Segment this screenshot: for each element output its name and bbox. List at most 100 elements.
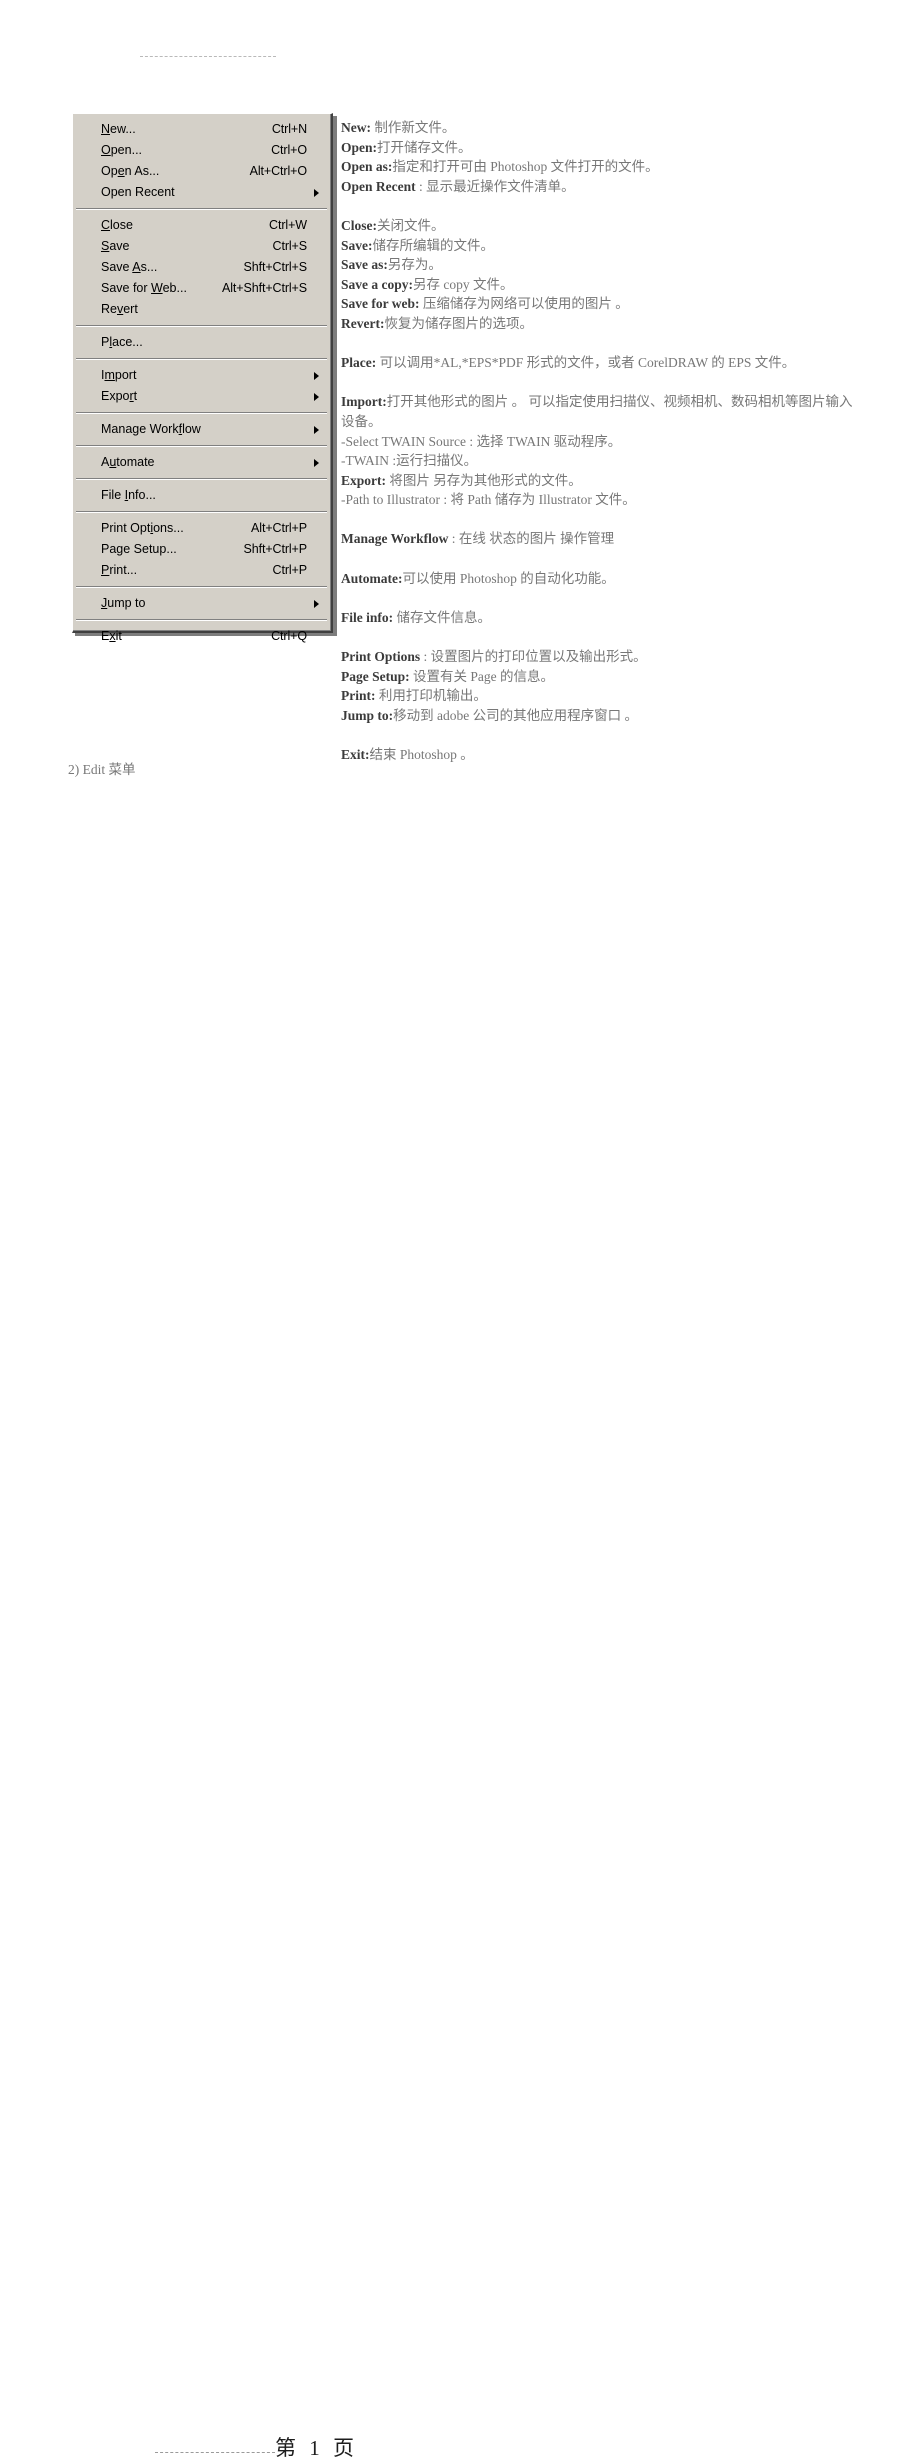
menu-item-label: Open Recent (101, 185, 175, 199)
menu-item-open-as[interactable]: Open As... Alt+Ctrl+O (73, 161, 330, 182)
description-term: Save a copy: (341, 276, 413, 292)
menu-item-file-info[interactable]: File Info... (73, 485, 330, 506)
description-term: Open Recent (341, 178, 416, 194)
menu-item-manage-workflow[interactable]: Manage Workflow (73, 419, 330, 440)
description-term: Manage Workflow (341, 531, 449, 547)
menu-item-revert[interactable]: Revert (73, 299, 330, 320)
submenu-arrow-icon (314, 372, 319, 380)
description-term: Save for web: (341, 296, 420, 312)
submenu-arrow-icon (314, 189, 319, 197)
description-term: Revert: (341, 315, 385, 331)
menu-item-exit[interactable]: Exit Ctrl+Q (73, 626, 330, 647)
menu-item-mnemonic: S (101, 239, 110, 253)
menu-item-shortcut: Ctrl+O (271, 143, 307, 157)
menu-item-mnemonic: O (101, 143, 111, 157)
menu-item-shortcut: Alt+Shft+Ctrl+S (222, 281, 307, 295)
description-line: Open as:指定和打开可由 Photoshop 文件打开的文件。 (341, 159, 659, 175)
description-line: Manage Workflow : 在线 状态的图片 操作管理 (341, 531, 615, 547)
menu-item-shortcut: Ctrl+S (272, 239, 308, 253)
menu-separator (76, 445, 327, 447)
menu-item-open[interactable]: Open... Ctrl+O (73, 140, 330, 161)
menu-item-mnemonic: u (109, 455, 117, 469)
menu-item-label: Close (101, 218, 133, 232)
menu-item-new[interactable]: New... Ctrl+N (73, 119, 330, 140)
section-heading: 2) Edit 菜单 (68, 762, 136, 777)
description-term: Automate: (341, 570, 403, 586)
menu-item-label: Manage Workflow (101, 422, 201, 436)
menu-item-label: Place... (101, 335, 143, 349)
menu-item-label: Print Options... (101, 521, 184, 535)
description-column: New: 制作新文件。 Open:打开储存文件。 Open as:指定和打开可由 P… (341, 118, 861, 765)
menu-item-mnemonic: C (101, 218, 111, 232)
description-line: Print Options : 设置图片的打印位置以及输出形式。 (341, 649, 647, 665)
description-term: Print Options (341, 649, 421, 665)
description-term: File info: (341, 609, 394, 625)
description-line: Save as:另存为。 (341, 257, 442, 273)
description-term: Save: (341, 237, 373, 253)
menu-item-mnemonic: v (116, 302, 124, 316)
menu-item-mnemonic: r (129, 389, 134, 403)
menu-separator (76, 511, 327, 513)
header-dashed-rule (140, 56, 276, 57)
footer-page-number: 第 1 页 (275, 2436, 358, 2460)
menu-item-shortcut: Shft+Ctrl+S (243, 260, 307, 274)
menu-item-close[interactable]: Close Ctrl+W (73, 215, 330, 236)
description-term: Close: (341, 217, 377, 233)
file-menu-popup[interactable]: New... Ctrl+N Open... Ctrl+O Open As... Alt+C… (72, 113, 333, 643)
description-term: Save as: (341, 257, 388, 273)
menu-item-mnemonic: J (101, 596, 108, 610)
description-line: New: 制作新文件。 (341, 120, 456, 135)
description-line: Open Recent : 显示最近操作文件清单。 (341, 178, 575, 194)
menu-item-label: Import (101, 368, 137, 382)
menu-item-print[interactable]: Print... Ctrl+P (73, 560, 330, 581)
menu-item-page-setup[interactable]: Page Setup... Shft+Ctrl+P (73, 539, 330, 560)
menu-item-shortcut: Alt+Ctrl+P (251, 521, 307, 535)
description-line: Revert:恢复为储存图片的选项。 (341, 315, 533, 331)
menu-item-automate[interactable]: Automate (73, 452, 330, 473)
description-term: Page Setup: (341, 668, 410, 684)
menu-item-label: Jump to (101, 596, 146, 610)
description-line: -Path to Illustrator : 将 Path 储存为 Illust… (341, 492, 636, 508)
menu-item-shortcut: Shft+Ctrl+P (243, 542, 307, 556)
menu-item-label: Save As... (101, 260, 158, 274)
menu-item-place[interactable]: Place... (73, 332, 330, 353)
description-line: Jump to:移动到 adobe 公司的其他应用程序窗口 。 (341, 707, 638, 723)
menu-item-label: Page Setup... (101, 542, 177, 556)
description-line: Export: 将图片 另存为其他形式的文件。 (341, 472, 582, 488)
description-line: Save:储存所编辑的文件。 (341, 237, 494, 253)
menu-item-shortcut: Ctrl+W (269, 218, 307, 232)
menu-item-shortcut: Ctrl+P (272, 563, 308, 577)
menu-separator (76, 586, 327, 588)
menu-item-export[interactable]: Export (73, 386, 330, 407)
menu-item-mnemonic: I (124, 488, 129, 502)
menu-item-mnemonic: m (104, 368, 115, 382)
menu-item-label: Print... (101, 563, 138, 577)
menu-item-label: Exit (101, 629, 122, 643)
submenu-arrow-icon (314, 393, 319, 401)
menu-item-save-as[interactable]: Save As... Shft+Ctrl+S (73, 257, 330, 278)
menu-item-label: Open... (101, 143, 143, 157)
description-term: Jump to: (341, 707, 394, 723)
menu-item-save-for-web[interactable]: Save for Web... Alt+Shft+Ctrl+S (73, 278, 330, 299)
menu-item-import[interactable]: Import (73, 365, 330, 386)
menu-item-label: Automate (101, 455, 155, 469)
description-term: Open as: (341, 159, 393, 175)
menu-item-mnemonic: f (178, 422, 183, 436)
menu-item-mnemonic: e (117, 164, 125, 178)
menu-separator (76, 358, 327, 360)
menu-item-mnemonic: P (101, 563, 110, 577)
description-term: Export: (341, 472, 386, 488)
description-line: Place: 可以调用*AL,*EPS*PDF 形式的文件，或者 CorelDR… (341, 355, 796, 371)
menu-item-shortcut: Ctrl+N (271, 122, 307, 136)
menu-item-jump-to[interactable]: Jump to (73, 593, 330, 614)
menu-item-open-recent[interactable]: Open Recent (73, 182, 330, 203)
menu-item-print-options[interactable]: Print Options... Alt+Ctrl+P (73, 518, 330, 539)
menu-separator (76, 412, 327, 414)
menu-item-save[interactable]: Save Ctrl+S (73, 236, 330, 257)
description-term: Open: (341, 139, 378, 155)
menu-item-label: Save for Web... (101, 281, 187, 295)
description-term: New: (341, 120, 371, 135)
description-line: File info: 储存文件信息。 (341, 609, 491, 625)
